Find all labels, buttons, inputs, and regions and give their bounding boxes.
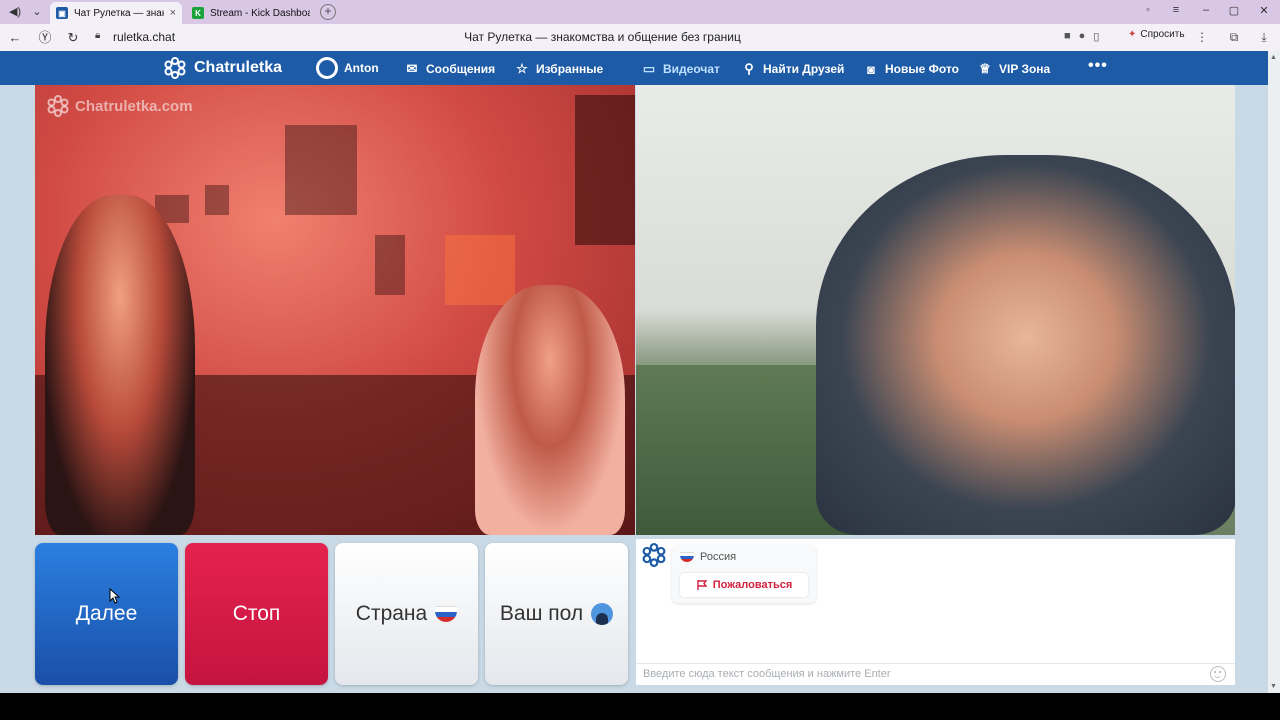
report-button[interactable]: Пожаловаться — [680, 573, 808, 597]
camera-icon: ◙ — [867, 61, 875, 77]
more-options-icon[interactable]: ⋮ — [1194, 30, 1210, 44]
chat-input-area — [636, 663, 1235, 685]
chevron-down-icon[interactable]: ⌄ — [28, 4, 46, 20]
page-title: Чат Рулетка — знакомства и общение без г… — [464, 30, 741, 44]
restore-icon[interactable]: ▢ — [1226, 4, 1242, 17]
message-input[interactable] — [636, 664, 1196, 684]
calendar — [375, 235, 405, 295]
top-navigation: Chatruletka Anton ✉ Сообщения ☆ Избранны… — [0, 51, 1268, 85]
new-tab-button[interactable]: + — [320, 4, 336, 20]
address-bar: ← Ⓨ ↻ 🔒︎ ruletka.chat Чат Рулетка — знак… — [0, 24, 1280, 51]
self-video — [636, 85, 1235, 535]
video-camera-icon: ▭ — [642, 61, 656, 76]
partner-info-card: Россия Пожаловаться — [672, 545, 816, 603]
tab-kick-dashboard[interactable]: K Stream - Kick Dashboard — [186, 2, 316, 24]
more-menu-icon[interactable]: ••• — [1088, 57, 1108, 75]
address-bar-icons: ■ ● ▯ — [1064, 30, 1099, 43]
bookmark-icon[interactable]: ▯ — [1093, 30, 1099, 43]
emoji-icon[interactable] — [1210, 666, 1226, 682]
site-watermark: Chatruletka.com — [47, 95, 193, 117]
chatruletka-logo-icon — [642, 543, 666, 567]
gender-avatar-icon — [591, 603, 614, 625]
person-right — [475, 285, 625, 535]
lock-icon: 🔒︎ — [95, 30, 101, 41]
site-page: Chatruletka Anton ✉ Сообщения ☆ Избранны… — [0, 51, 1268, 693]
poster — [445, 235, 515, 305]
chatruletka-logo-icon — [47, 95, 69, 117]
star-icon: ☆ — [516, 61, 528, 76]
profile-icon[interactable]: ◦ — [1140, 4, 1156, 16]
person-left — [45, 195, 195, 535]
mouse-cursor-icon — [109, 588, 120, 604]
close-tab-icon[interactable]: × — [170, 7, 176, 19]
minimize-icon[interactable]: – — [1198, 4, 1214, 16]
nav-item-vip-zone[interactable]: ♕ VIP Зона — [977, 61, 1050, 77]
nav-item-messages[interactable]: ✉ Сообщения — [404, 61, 496, 77]
nav-item-profile[interactable]: Anton — [316, 57, 379, 79]
downloads-icon[interactable]: ⤓ — [1256, 30, 1272, 45]
person-self — [816, 155, 1235, 535]
stop-button[interactable]: Стоп — [185, 543, 328, 685]
url-text[interactable]: ruletka.chat — [113, 30, 175, 44]
menu-icon[interactable]: ≡ — [1168, 4, 1184, 16]
country-button[interactable]: Страна — [335, 543, 478, 685]
tab-chat-ruletka[interactable]: ▣ Чат Рулетка — знак × — [50, 2, 182, 24]
crown-icon: ♕ — [979, 61, 991, 76]
browser-tab-strip: ◀) ⌄ ▣ Чат Рулетка — знак × K Stream - K… — [0, 0, 1280, 24]
flag-icon — [697, 580, 708, 590]
sticker — [205, 185, 229, 215]
partner-country: Россия — [680, 551, 736, 563]
search-icon: ⚲ — [744, 61, 754, 76]
camera-permission-icon[interactable]: ■ — [1064, 30, 1071, 43]
page-scrollbar[interactable] — [1268, 51, 1280, 693]
scroll-up-icon[interactable]: ▲ — [1270, 54, 1277, 61]
microphone-icon[interactable]: ● — [1079, 30, 1086, 43]
yandex-icon[interactable]: Ⓨ — [36, 29, 54, 47]
gender-button[interactable]: Ваш пол — [485, 543, 628, 685]
brand-logo[interactable]: Chatruletka — [164, 57, 282, 79]
chatruletka-favicon-icon: ▣ — [56, 7, 68, 19]
speaker-icon[interactable]: ◀) — [6, 4, 24, 20]
ai-assistant-icon: ✦ — [1128, 29, 1137, 40]
reload-icon[interactable]: ↻ — [64, 29, 82, 47]
russia-flag-icon — [435, 606, 458, 622]
nav-item-new-photos[interactable]: ◙ Новые Фото — [863, 61, 959, 77]
bottom-bar — [0, 693, 1280, 720]
nav-item-videochat[interactable]: ▭ Видеочат — [641, 61, 720, 77]
back-arrow-icon[interactable]: ← — [6, 29, 24, 47]
kick-favicon-icon: K — [192, 7, 204, 19]
ask-button[interactable]: ✦ Спросить — [1128, 29, 1185, 40]
nav-item-favorites[interactable]: ☆ Избранные — [514, 61, 603, 77]
frame — [575, 95, 635, 245]
scroll-down-icon[interactable]: ▼ — [1270, 683, 1277, 690]
user-avatar-icon — [316, 57, 338, 79]
russia-flag-icon — [680, 552, 694, 562]
poster — [285, 125, 357, 215]
chatruletka-logo-icon — [164, 57, 186, 79]
partner-video: Chatruletka.com — [35, 85, 635, 535]
tabs-icon[interactable]: ⧉ — [1226, 30, 1242, 45]
chat-panel: Россия Пожаловаться — [636, 539, 1235, 685]
close-window-icon[interactable]: ✕ — [1256, 4, 1272, 17]
nav-item-find-friends[interactable]: ⚲ Найти Друзей — [741, 61, 844, 77]
next-button[interactable]: Далее — [35, 543, 178, 685]
envelope-icon: ✉ — [406, 61, 418, 76]
